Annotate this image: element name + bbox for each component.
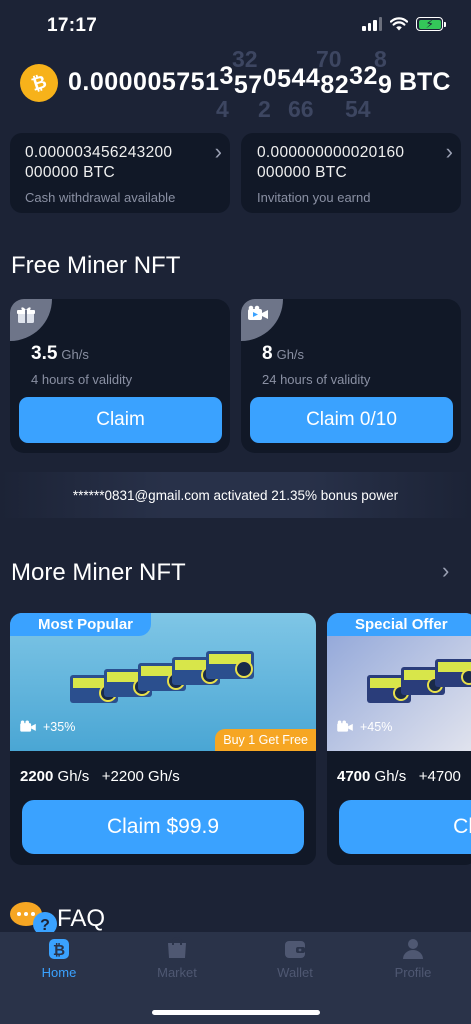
chevron-right-icon[interactable]: › (442, 558, 449, 584)
rolling-digit-ghost: 2 (258, 96, 271, 122)
free-nft-card: 3.5 Gh/s 4 hours of validity Claim (10, 299, 230, 453)
tab-profile[interactable]: Profile (354, 937, 471, 980)
video-icon (20, 720, 36, 732)
special-offer-tag: Special Offer (327, 613, 471, 636)
rolling-digit: 3 (349, 62, 364, 90)
rolling-digit-ghost: 32 (232, 46, 258, 72)
miner-power: 4700 Gh/s +4700 (337, 768, 461, 785)
wallet-icon (285, 941, 305, 958)
invitation-earnings-amount: 0.000000000020160 000000 BTC (257, 144, 405, 181)
free-nft-power: 3.5 Gh/s (31, 343, 89, 364)
rolling-digit-ghost: 66 (288, 96, 314, 122)
rolling-digit: 8 (320, 71, 335, 99)
market-icon (168, 937, 186, 958)
home-indicator (152, 1010, 320, 1015)
chevron-right-icon: › (214, 139, 222, 164)
video-icon (241, 299, 283, 341)
rolling-digit-ghost: 4 (216, 96, 229, 122)
faq-chat-icon: ? (10, 900, 58, 936)
free-nft-validity: 24 hours of validity (262, 372, 371, 387)
invitation-earnings-label: Invitation you earnd (257, 190, 371, 205)
profile-icon (403, 939, 423, 959)
rolling-digit: 4 (291, 64, 306, 92)
promo-tag: Buy 1 Get Free (215, 729, 316, 751)
free-miner-title: Free Miner NFT (11, 252, 181, 279)
free-nft-validity: 4 hours of validity (31, 372, 133, 387)
rolling-digit: 9 (377, 71, 393, 99)
most-popular-tag: Most Popular (10, 613, 152, 636)
battery-icon: ⚡ (416, 17, 446, 31)
miner-power: 2200 Gh/s +2200 Gh/s (20, 768, 180, 785)
cash-withdrawal-amount: 0.000003456243200 000000 BTC (25, 144, 173, 181)
free-nft-power: 8 Gh/s (262, 343, 305, 364)
chevron-right-icon: › (445, 139, 453, 164)
status-time: 17:17 (47, 15, 98, 36)
cash-withdrawal-card[interactable]: 0.000003456243200 000000 BTC › Cash with… (10, 133, 230, 213)
rolling-digit-ghost: 8 (374, 46, 387, 72)
rolling-digit: 5 (233, 71, 249, 99)
claim-miner-button[interactable]: Claim (339, 800, 471, 854)
cash-withdrawal-label: Cash withdrawal available (25, 190, 176, 205)
free-nft-card: 8 Gh/s 24 hours of validity Claim 0/10 (241, 299, 461, 453)
gift-icon (10, 299, 52, 341)
faq-title: FAQ (57, 905, 106, 932)
signal-icon (362, 17, 382, 31)
rolling-digit: 2 (334, 71, 350, 99)
rolling-digit-ghost: 54 (345, 96, 371, 122)
miner-card[interactable]: Special Offer +45% 4700 Gh/s +4700 Claim (327, 613, 471, 865)
tab-wallet[interactable]: Wallet (236, 937, 354, 980)
rolling-digit: 5 (277, 65, 292, 93)
boost-badge: +35% (19, 720, 75, 734)
boost-badge: +45% (336, 720, 392, 734)
wifi-icon (390, 17, 408, 31)
rolling-digit-ghost: 70 (316, 46, 342, 72)
invitation-earnings-card[interactable]: 0.000000000020160 000000 BTC › Invitatio… (241, 133, 461, 213)
svg-text:₿: ₿ (29, 71, 49, 95)
rolling-digit: 7 (248, 71, 263, 99)
balance-amount: 0.000005751357054482329 (68, 62, 393, 99)
balance-unit: BTC (399, 68, 451, 96)
claim-video-button[interactable]: Claim 0/10 (250, 397, 453, 443)
svg-text:₿: ₿ (53, 942, 65, 959)
tab-market[interactable]: Market (118, 937, 236, 980)
claim-miner-button[interactable]: Claim $99.9 (22, 800, 304, 854)
rolling-digit: 0 (262, 64, 278, 92)
balance-main-digits: 0.000005751 (68, 68, 220, 96)
bitcoin-coin-icon: ₿ (20, 64, 58, 102)
video-icon (337, 720, 353, 732)
activity-banner: ******0831@gmail.com activated 21.35% bo… (0, 472, 471, 518)
home-icon: ₿ (49, 939, 69, 959)
miner-card[interactable]: Most Popular +35% Buy 1 Get Free 2200 Gh… (10, 613, 316, 865)
more-miner-title: More Miner NFT (11, 559, 186, 586)
tab-home[interactable]: ₿ Home (0, 937, 118, 980)
claim-button[interactable]: Claim (19, 397, 222, 443)
status-icons: ⚡ (362, 17, 446, 31)
